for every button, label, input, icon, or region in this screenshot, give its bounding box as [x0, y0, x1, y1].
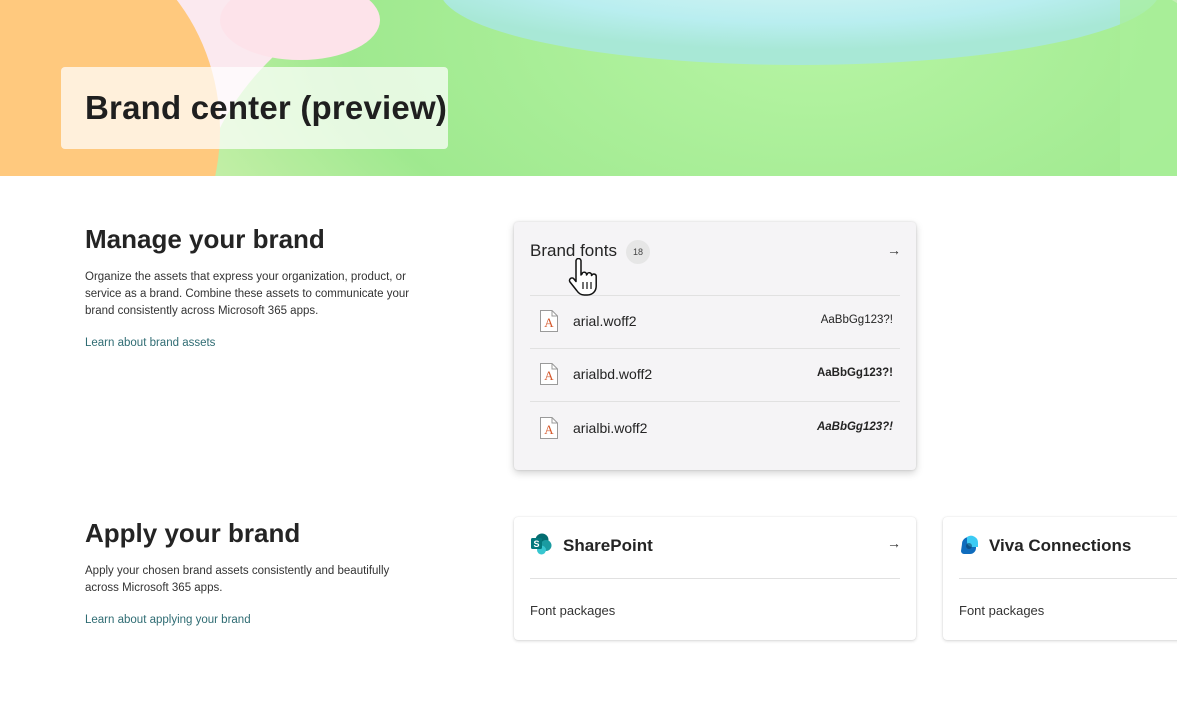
hero-title-box: Brand center (preview) [61, 67, 448, 149]
font-list-item[interactable]: A arialbi.woff2 AaBbGg123?! [530, 403, 900, 456]
viva-connections-title: Viva Connections [989, 536, 1132, 555]
svg-text:A: A [544, 315, 554, 330]
font-list-item[interactable]: A arial.woff2 AaBbGg123?! [530, 296, 900, 349]
manage-brand-description: Organize the assets that express your or… [85, 271, 410, 317]
learn-brand-assets-link[interactable]: Learn about brand assets [85, 337, 215, 349]
font-file-name: arialbi.woff2 [573, 420, 648, 436]
font-file-icon: A [540, 363, 558, 385]
sharepoint-title: SharePoint [563, 536, 653, 555]
svg-text:S: S [533, 539, 539, 549]
arrow-right-icon[interactable]: → [887, 535, 901, 551]
font-file-name: arialbd.woff2 [573, 366, 653, 382]
font-file-name: arial.woff2 [573, 313, 637, 329]
font-sample: AaBbGg123?! [820, 314, 893, 326]
sharepoint-font-packages: Font packages [530, 603, 616, 618]
font-file-icon: A [540, 310, 558, 332]
viva-font-packages: Font packages [959, 603, 1045, 618]
apply-brand-title: Apply your brand [85, 518, 301, 548]
arrow-right-icon[interactable]: → [887, 242, 901, 258]
divider [530, 401, 900, 402]
divider [530, 578, 900, 579]
page-title: Brand center (preview) [85, 89, 448, 126]
font-file-icon: A [540, 417, 558, 439]
brand-fonts-count-badge: 18 [626, 240, 650, 264]
apply-brand-description: Apply your chosen brand assets consisten… [85, 565, 390, 594]
hero-banner: Brand center (preview) [0, 0, 1177, 176]
learn-applying-brand-link[interactable]: Learn about applying your brand [85, 614, 251, 626]
sharepoint-card[interactable]: S SharePoint → Font packages [514, 517, 916, 640]
font-sample: AaBbGg123?! [816, 367, 893, 379]
brand-fonts-title[interactable]: Brand fonts [530, 241, 617, 261]
sharepoint-logo-icon: S [531, 533, 552, 555]
divider [959, 578, 1177, 579]
font-list-item[interactable]: A arialbd.woff2 AaBbGg123?! [530, 349, 900, 402]
font-sample: AaBbGg123?! [816, 421, 893, 433]
viva-connections-card[interactable]: Viva Connections Font packages [943, 517, 1177, 640]
svg-text:A: A [544, 422, 554, 437]
brand-fonts-card[interactable]: Brand fonts 18 → A arial.woff2 AaBbGg123… [514, 222, 916, 470]
manage-brand-title: Manage your brand [85, 224, 325, 254]
svg-text:A: A [544, 368, 554, 383]
viva-connections-logo-icon [961, 535, 979, 554]
